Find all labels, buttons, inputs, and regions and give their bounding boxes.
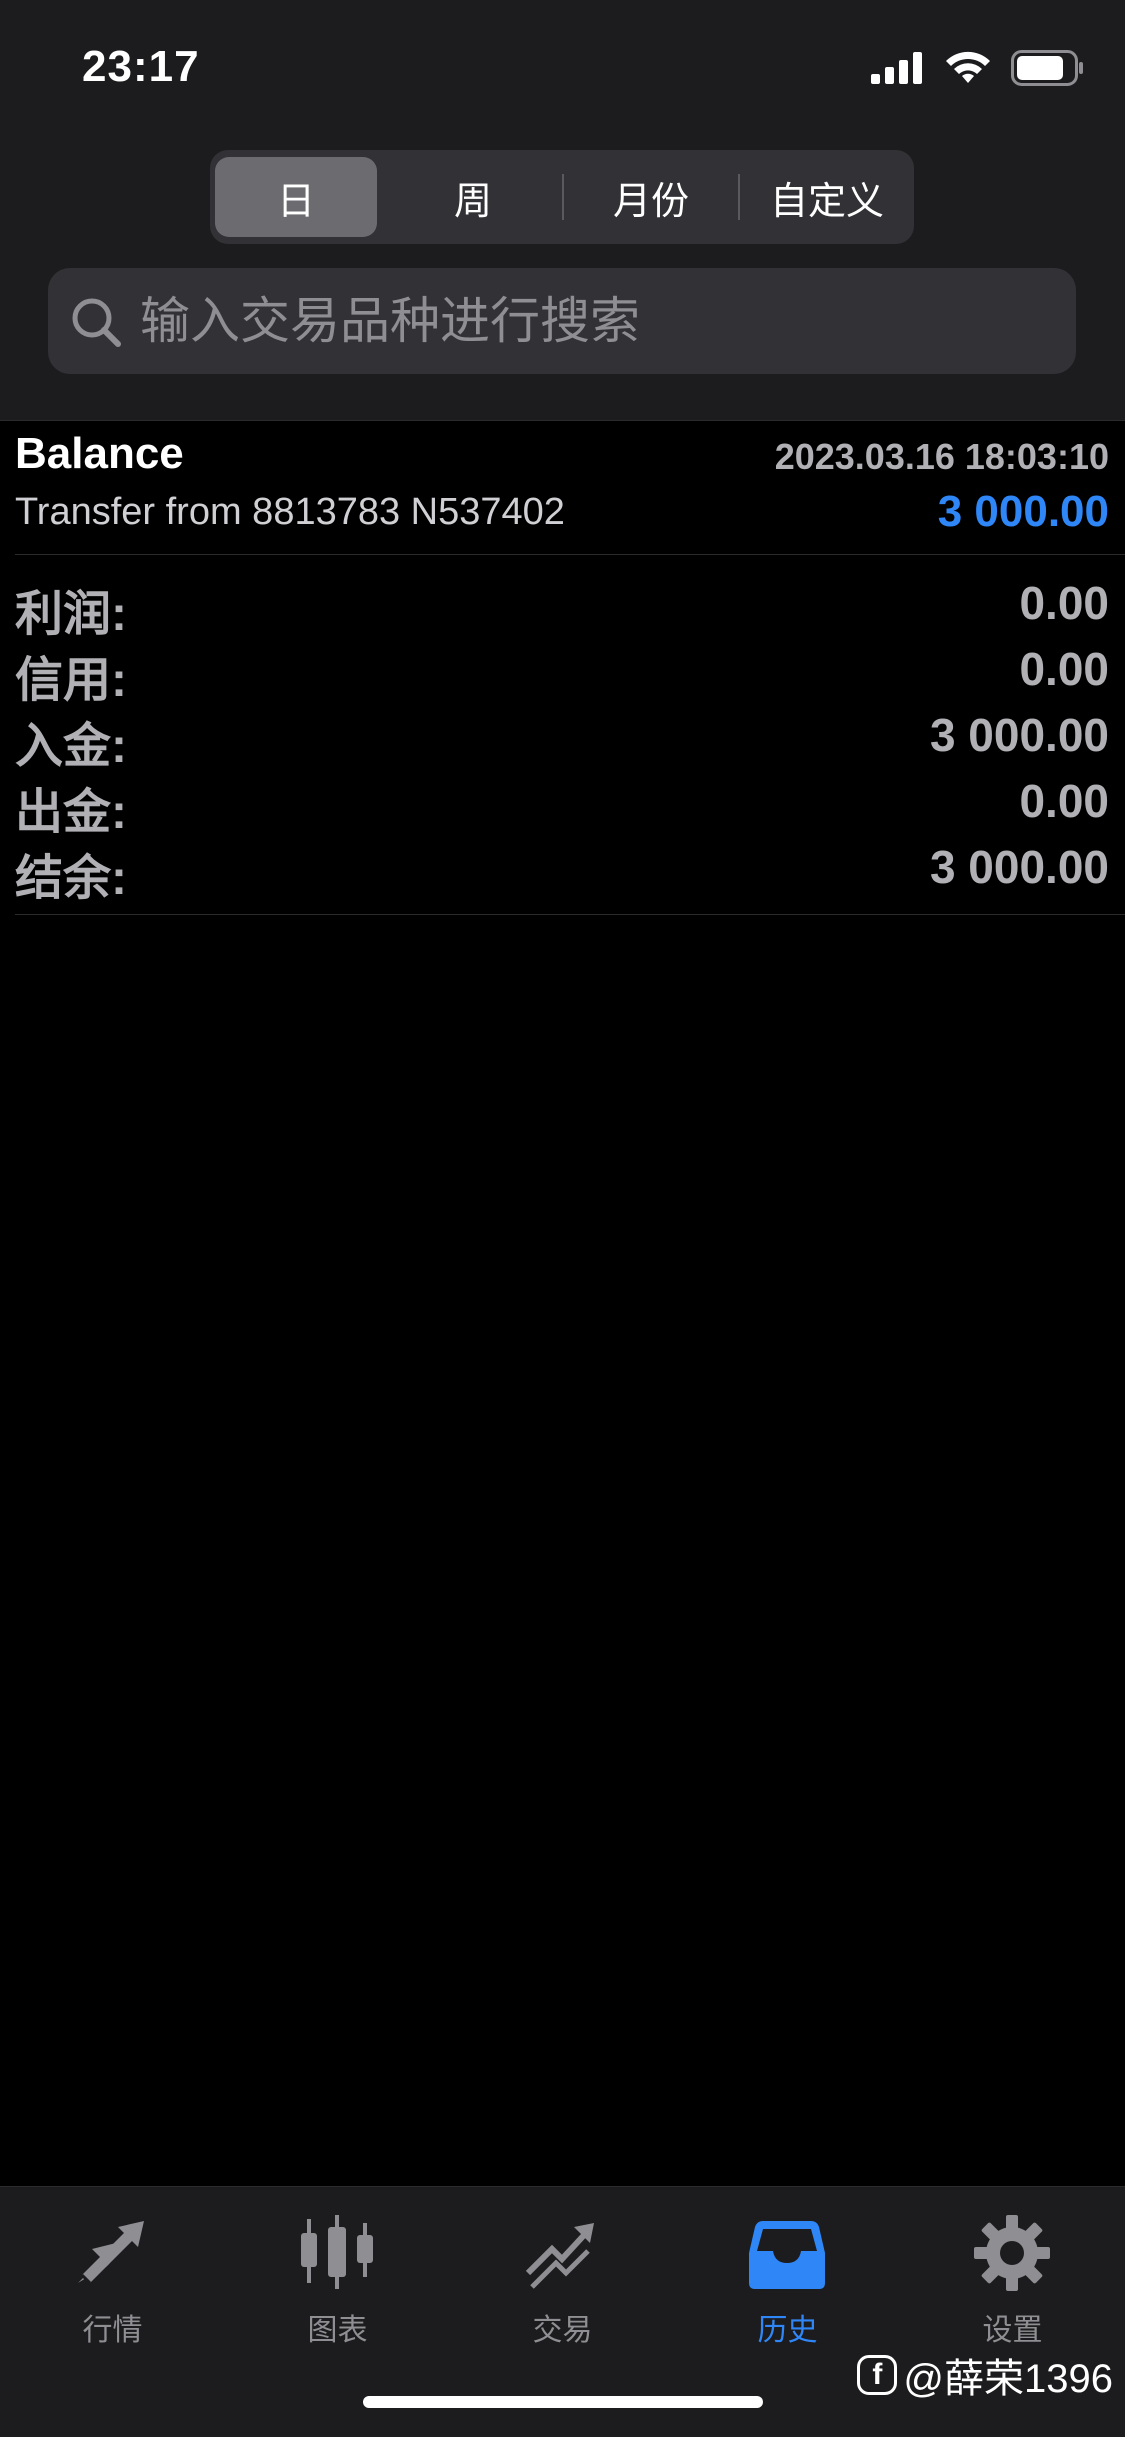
- wifi-icon: [946, 51, 990, 83]
- status-bar: 23:17: [0, 0, 1125, 140]
- deal-comment: Transfer from 8813783 N537402: [15, 491, 565, 533]
- segment-divider: [562, 174, 564, 220]
- tab-label: 设置: [982, 2314, 1043, 2347]
- segment-day[interactable]: 日: [215, 157, 377, 237]
- deal-time: 2023.03.16 18:03:10: [774, 436, 1109, 477]
- tab-history[interactable]: 历史: [675, 2205, 900, 2355]
- settings-icon: [974, 2215, 1050, 2291]
- chart-icon: [301, 2215, 373, 2289]
- status-icons: [871, 48, 1085, 88]
- tab-chart[interactable]: 图表: [225, 2205, 450, 2355]
- deal-amount: 3 000.00: [937, 487, 1109, 536]
- tab-trade[interactable]: 交易: [450, 2205, 675, 2355]
- watermark-text: @薛荣1396: [903, 2357, 1113, 2401]
- summary-value: 3 000.00: [929, 841, 1109, 893]
- quotes-icon: [78, 2221, 144, 2285]
- summary-value: 0.00: [1019, 775, 1109, 827]
- watermark: f @薛荣1396: [857, 2345, 1113, 2405]
- summary-section: 利润: 0.00 信用: 0.00 入金: 3 000.00 出金: 0.00 …: [0, 570, 1125, 905]
- summary-row-deposit: 入金: 3 000.00: [0, 702, 1125, 773]
- battery-icon: [1011, 50, 1083, 86]
- summary-row-credit: 信用: 0.00: [0, 636, 1125, 707]
- home-indicator: [363, 2396, 763, 2408]
- summary-label: 入金:: [15, 720, 127, 773]
- search-input[interactable]: [140, 268, 1040, 374]
- summary-value: 0.00: [1019, 577, 1109, 629]
- search-box[interactable]: [48, 268, 1076, 374]
- history-icon: [749, 2221, 825, 2289]
- tab-label: 历史: [757, 2314, 818, 2347]
- summary-value: 3 000.00: [929, 709, 1109, 761]
- tab-label: 行情: [82, 2314, 143, 2347]
- summary-row-withdrawal: 出金: 0.00: [0, 768, 1125, 839]
- tab-settings[interactable]: 设置: [900, 2205, 1125, 2355]
- top-panel: 23:17 日 周 月份 自定义: [0, 0, 1125, 420]
- summary-label: 利润:: [15, 588, 127, 641]
- summary-row-profit: 利润: 0.00: [0, 570, 1125, 641]
- cellular-signal-icon: [871, 52, 922, 84]
- watermark-logo-icon: f: [857, 2355, 898, 2395]
- divider: [15, 914, 1125, 915]
- summary-row-balance: 结余: 3 000.00: [0, 834, 1125, 905]
- deal-type: Balance: [15, 429, 184, 478]
- search-icon: [72, 298, 121, 347]
- summary-label: 出金:: [15, 786, 127, 839]
- segment-week[interactable]: 周: [392, 157, 554, 237]
- tab-label: 图表: [307, 2314, 368, 2347]
- segment-month[interactable]: 月份: [570, 157, 732, 237]
- segment-divider: [738, 174, 740, 220]
- divider: [15, 554, 1125, 555]
- tab-quotes[interactable]: 行情: [0, 2205, 225, 2355]
- trade-icon: [525, 2223, 594, 2289]
- status-time: 23:17: [82, 42, 200, 91]
- summary-label: 结余:: [15, 852, 127, 905]
- deal-row[interactable]: Balance 2023.03.16 18:03:10 Transfer fro…: [0, 420, 1125, 555]
- summary-value: 0.00: [1019, 643, 1109, 695]
- segment-custom[interactable]: 自定义: [746, 157, 908, 237]
- summary-label: 信用:: [15, 654, 127, 707]
- tab-label: 交易: [532, 2314, 593, 2347]
- period-segmented-control: 日 周 月份 自定义: [210, 150, 914, 244]
